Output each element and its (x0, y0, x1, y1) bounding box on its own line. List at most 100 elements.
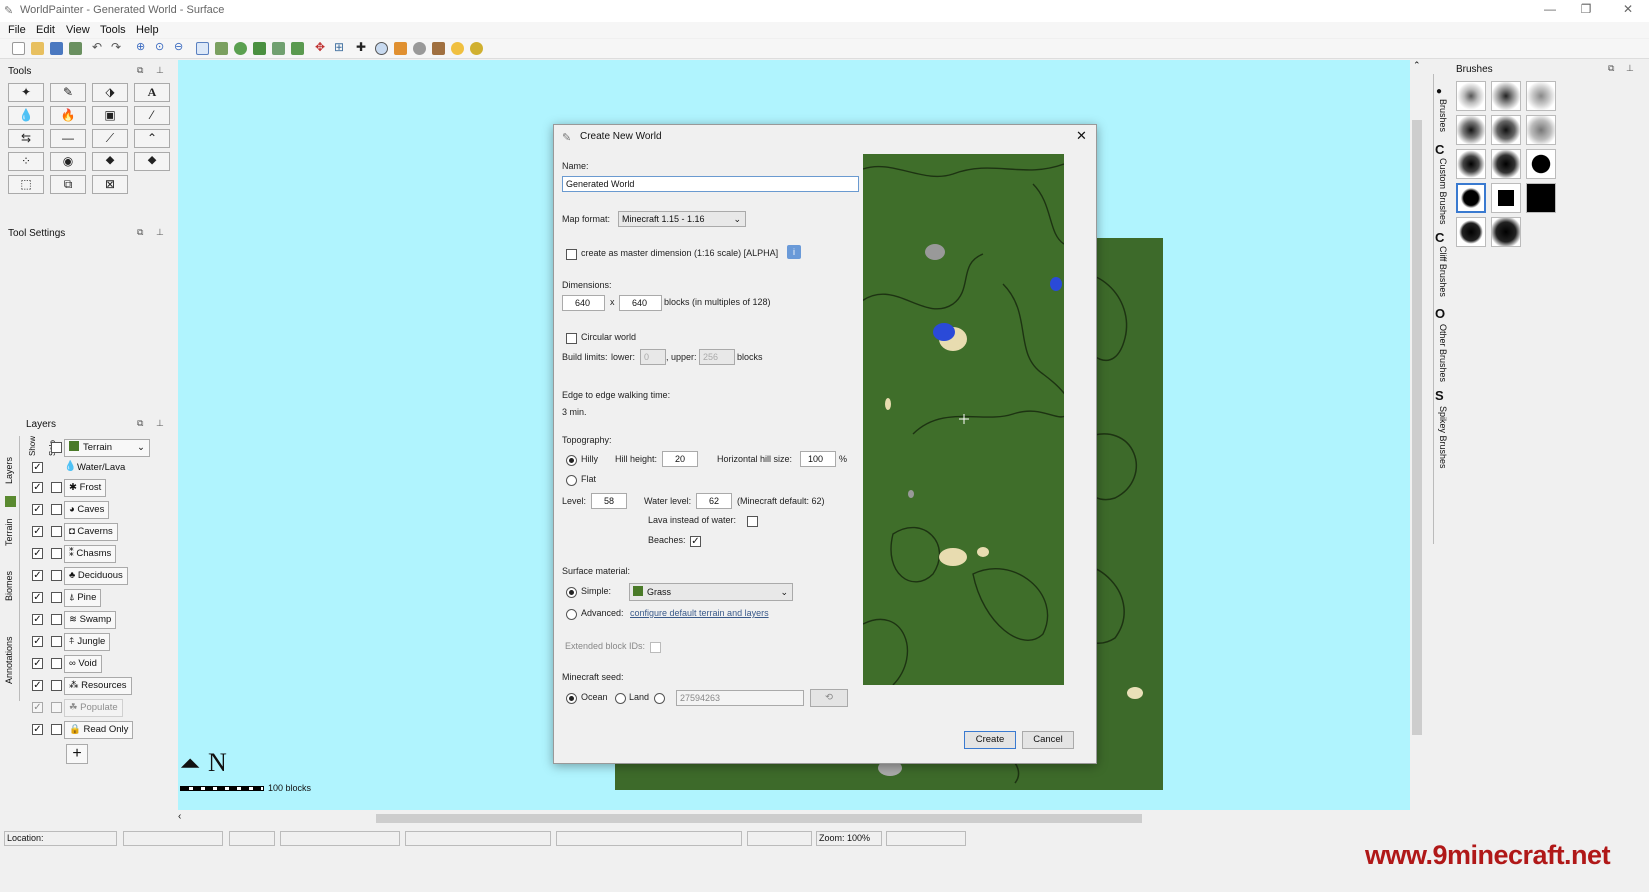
brush-selected-round[interactable] (1456, 183, 1486, 213)
water-level-spinner[interactable]: 62 (696, 493, 732, 509)
upper-limit-select[interactable]: 256 (699, 349, 735, 365)
pyramid-tool-icon[interactable]: ◉ (50, 152, 86, 171)
solo-checkbox[interactable] (51, 592, 62, 603)
show-checkbox[interactable]: ✓ (32, 526, 43, 537)
camera-icon[interactable] (413, 42, 426, 55)
hilly-radio[interactable] (566, 455, 577, 466)
tab-terrain[interactable]: Terrain (4, 518, 14, 546)
restore-icon[interactable]: ❐ (1576, 2, 1596, 18)
lava-checkbox[interactable] (747, 516, 758, 527)
pin-panel-icon[interactable]: ⊥ (1626, 63, 1634, 74)
brush-soft-square[interactable] (1491, 81, 1521, 111)
master-dimension-checkbox[interactable] (566, 249, 577, 260)
land-radio[interactable] (615, 693, 626, 704)
export-icon[interactable] (69, 42, 82, 55)
text-tool-icon[interactable]: A (134, 83, 170, 102)
menu-help[interactable]: Help (136, 24, 159, 36)
show-checkbox[interactable]: ✓ (32, 724, 43, 735)
pin-panel-icon[interactable]: ⊥ (156, 418, 164, 429)
crosshair-icon[interactable]: ✚ (356, 40, 369, 54)
player-icon[interactable] (432, 42, 445, 55)
zoom-reset-icon[interactable]: ⊙ (155, 40, 168, 53)
layer-button-resources[interactable]: ⁂ Resources (64, 677, 132, 695)
vertical-scrollbar[interactable]: ⌃ (1410, 60, 1424, 812)
custom-seed-radio[interactable] (654, 693, 665, 704)
grid-toggle-icon[interactable]: ⊞ (334, 40, 347, 54)
smooth-tool-icon[interactable]: ⟋ (92, 129, 128, 148)
layer-button-swamp[interactable]: ≋ Swamp (64, 611, 117, 629)
close-window-icon[interactable]: ✕ (1618, 2, 1638, 18)
brush-medium-square[interactable] (1491, 115, 1521, 145)
brush-square-blur[interactable] (1491, 217, 1521, 247)
select-tool-icon[interactable]: ⬚ (8, 175, 44, 194)
copy-selection-tool-icon[interactable]: ⧉ (50, 175, 86, 194)
terrain-layer-dropdown[interactable]: Terrain ⌄ (64, 439, 150, 457)
sponge-tool-icon[interactable]: ▣ (92, 106, 128, 125)
menu-file[interactable]: File (8, 24, 26, 36)
edit-height-tool-icon[interactable]: ⯁ (134, 152, 170, 171)
name-field[interactable]: Generated World (562, 176, 859, 192)
solo-checkbox[interactable] (51, 680, 62, 691)
solo-checkbox[interactable] (51, 614, 62, 625)
pin-panel-icon[interactable]: ⊥ (156, 227, 164, 238)
simple-radio[interactable] (566, 587, 577, 598)
brush-round-blur[interactable] (1456, 217, 1486, 247)
show-checkbox[interactable]: ✓ (32, 614, 43, 625)
layer-button-populate[interactable]: ☘ Populate (64, 699, 123, 717)
layer-button-void[interactable]: ∞ Void (64, 655, 102, 673)
layer-button-caverns[interactable]: ◘ Caverns (64, 523, 118, 541)
show-checkbox[interactable]: ✓ (32, 504, 43, 515)
tab-brushes[interactable]: Brushes (1438, 99, 1448, 132)
menu-view[interactable]: View (66, 24, 90, 36)
tab-biomes[interactable]: Biomes (4, 571, 14, 601)
layer-button-frost[interactable]: ✱ Frost (64, 479, 107, 497)
show-checkbox[interactable]: ✓ (32, 702, 43, 713)
close-dialog-icon[interactable]: ✕ (1076, 128, 1087, 144)
spray-paint-tool-icon[interactable]: ✦ (8, 83, 44, 102)
vertical-scroll-thumb[interactable] (1412, 120, 1422, 735)
clear-selection-tool-icon[interactable]: ⊠ (92, 175, 128, 194)
solo-checkbox[interactable] (51, 570, 62, 581)
horizontal-hill-size-spinner[interactable]: 100 (800, 451, 836, 467)
height-icon[interactable] (215, 42, 228, 55)
float-panel-icon[interactable]: ⧉ (137, 227, 143, 238)
shift-icon[interactable] (253, 42, 266, 55)
show-checkbox[interactable]: ✓ (32, 680, 43, 691)
save-icon[interactable] (50, 42, 63, 55)
configure-terrain-link[interactable]: configure default terrain and layers (630, 608, 769, 618)
height-tool-icon[interactable]: ⯁ (92, 152, 128, 171)
minimize-icon[interactable]: — (1540, 2, 1560, 18)
solo-checkbox[interactable] (51, 548, 62, 559)
beaches-checkbox[interactable]: ✓ (690, 536, 701, 547)
layer-button-jungle[interactable]: ⍏ Jungle (64, 633, 111, 651)
hill-height-spinner[interactable]: 20 (662, 451, 698, 467)
brush-solid-round[interactable] (1526, 149, 1556, 179)
solo-checkbox[interactable] (51, 442, 62, 453)
add-layer-button[interactable]: + (66, 744, 88, 764)
menu-edit[interactable]: Edit (36, 24, 55, 36)
solo-checkbox[interactable] (51, 702, 62, 713)
menu-tools[interactable]: Tools (100, 24, 126, 36)
extended-block-ids-checkbox[interactable] (650, 642, 661, 653)
rotate-icon[interactable] (234, 42, 247, 55)
biome-icon[interactable] (291, 42, 304, 55)
solo-checkbox[interactable] (51, 636, 62, 647)
height-spinner[interactable]: 640 (619, 295, 662, 311)
ocean-radio[interactable] (566, 693, 577, 704)
world-preview[interactable] (863, 154, 1064, 685)
tab-custom-brushes[interactable]: Custom Brushes (1438, 158, 1448, 225)
layer-button-pine[interactable]: ⍋ Pine (64, 589, 102, 607)
tab-cliff-brushes[interactable]: Cliff Brushes (1438, 246, 1448, 297)
brush-square-small[interactable] (1491, 183, 1521, 213)
flood-fill-tool-icon[interactable]: ⬗ (92, 83, 128, 102)
layer-button-caves[interactable]: ◕ Caves (64, 501, 110, 519)
tab-spikey-brushes[interactable]: Spikey Brushes (1438, 406, 1448, 469)
horizontal-scrollbar[interactable]: ‹ (178, 811, 1410, 825)
brush-hard-round[interactable] (1456, 149, 1486, 179)
view-icon[interactable] (375, 42, 388, 55)
image-overlay-icon[interactable] (394, 42, 407, 55)
show-checkbox[interactable]: ✓ (32, 462, 43, 473)
scale-icon[interactable] (272, 42, 285, 55)
map-format-select[interactable]: Minecraft 1.15 - 1.16 ⌄ (618, 211, 746, 227)
brush-square-large[interactable] (1526, 183, 1556, 213)
